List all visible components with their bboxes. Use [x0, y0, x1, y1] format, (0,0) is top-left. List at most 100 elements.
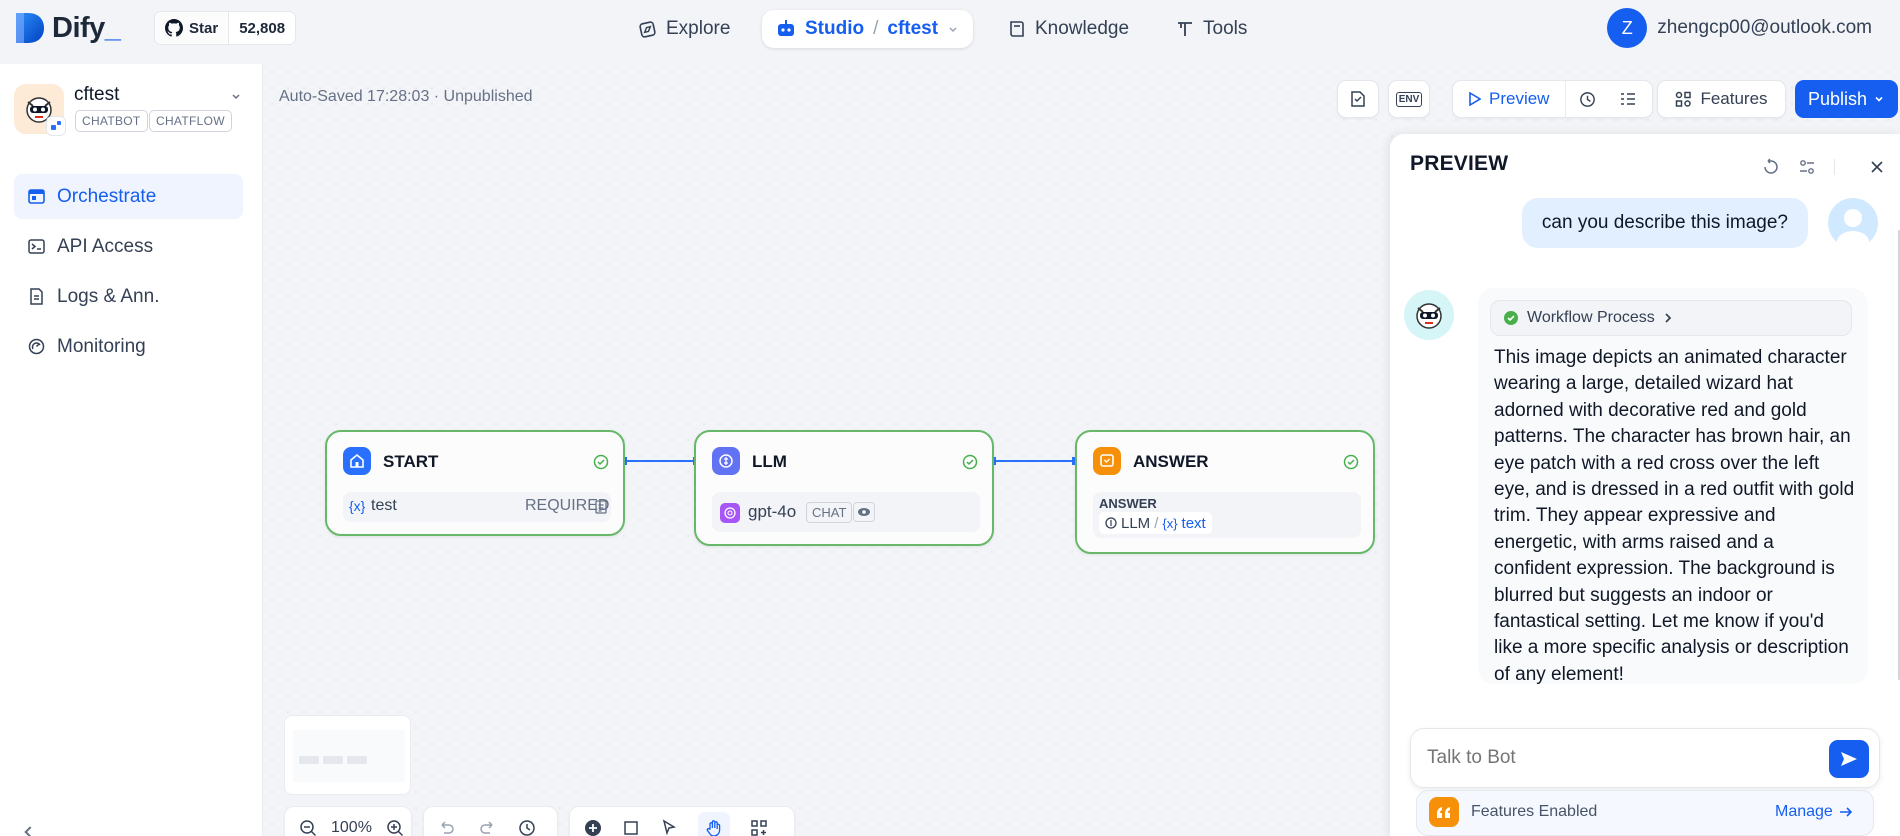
- close-icon[interactable]: [1870, 160, 1884, 174]
- user-message: can you describe this image?: [1521, 198, 1808, 248]
- zoom-level[interactable]: 100%: [331, 819, 372, 836]
- organize-blocks-icon[interactable]: [750, 819, 768, 836]
- zoom-out-icon[interactable]: [299, 819, 317, 836]
- sidebar-item-orchestrate[interactable]: Orchestrate: [14, 174, 243, 219]
- hand-tool-button[interactable]: [698, 812, 730, 836]
- node-title: LLM: [752, 452, 787, 471]
- checklist-list-button[interactable]: [1608, 90, 1648, 108]
- success-check-icon: [1343, 454, 1359, 470]
- chat-input[interactable]: [1427, 745, 1817, 771]
- add-note-icon[interactable]: [622, 819, 640, 836]
- checklist-icon: [1351, 91, 1365, 107]
- features-enabled-label: Features Enabled: [1471, 803, 1598, 820]
- chevron-right-icon: [1665, 313, 1671, 323]
- app-icon: [14, 84, 66, 136]
- bot-avatar: [1404, 290, 1454, 340]
- history-icon: [1580, 91, 1595, 107]
- undo-icon[interactable]: [438, 819, 456, 836]
- app-name: cftest: [74, 84, 120, 105]
- dify-logo[interactable]: Dify_: [14, 10, 121, 46]
- publish-button[interactable]: Publish: [1795, 80, 1898, 118]
- run-history-button[interactable]: [1566, 90, 1608, 109]
- chat-input-box[interactable]: [1410, 728, 1880, 788]
- app-sidebar: cftest CHATBOT CHATFLOW Orchestrate API …: [0, 64, 263, 836]
- bot-message: Workflow Process This image depicts an a…: [1478, 288, 1868, 685]
- nav-studio-label: Studio: [805, 18, 865, 39]
- current-app-switcher[interactable]: cftest: [887, 18, 938, 40]
- add-node-icon[interactable]: [584, 819, 602, 836]
- collapse-sidebar-icon[interactable]: [24, 826, 36, 836]
- edge-start-llm[interactable]: [624, 455, 697, 467]
- sidebar-item-logs[interactable]: Logs & Ann.: [14, 274, 243, 319]
- tag-chatbot: CHATBOT: [75, 110, 148, 132]
- app-menu-chevron-icon[interactable]: [230, 90, 242, 102]
- logs-icon: [30, 288, 43, 305]
- robot-face-icon: [1416, 303, 1442, 329]
- top-navbar: Dify_ Star 52,808 Explore Studio / cftes…: [0, 0, 1900, 56]
- list-check-icon: [1621, 93, 1636, 105]
- env-variables-button[interactable]: ENV: [1388, 80, 1430, 118]
- workflow-process-label: Workflow Process: [1527, 309, 1655, 326]
- chevron-down-icon: [1875, 96, 1883, 102]
- vision-icon: [853, 502, 875, 522]
- orchestrate-icon: [28, 189, 45, 204]
- variables-settings-icon[interactable]: [1798, 158, 1816, 176]
- model-mode-badge: CHAT: [806, 502, 853, 523]
- pointer-icon[interactable]: [660, 819, 678, 836]
- variable-name: test: [371, 497, 397, 514]
- answer-icon: [1093, 447, 1121, 475]
- answer-content: ANSWER LLM / {x} text: [1093, 492, 1361, 538]
- user-icon: [1837, 209, 1869, 248]
- sidebar-item-label: Orchestrate: [57, 185, 157, 207]
- nav-tools[interactable]: Tools: [1162, 10, 1261, 48]
- answer-variable-ref: LLM / {x} text: [1099, 512, 1212, 534]
- node-answer[interactable]: ANSWER ANSWER LLM / {x} text: [1075, 430, 1375, 554]
- nav-explore-label: Explore: [666, 18, 731, 39]
- redo-icon[interactable]: [478, 819, 496, 836]
- github-star-label: Star: [189, 19, 219, 37]
- tag-chatflow: CHATFLOW: [149, 110, 232, 132]
- nav-explore[interactable]: Explore: [624, 10, 744, 48]
- sidebar-item-label: Logs & Ann.: [57, 285, 160, 307]
- tools-icon: [1178, 22, 1192, 36]
- minimap[interactable]: [284, 715, 411, 795]
- success-check-icon: [1504, 311, 1518, 325]
- home-icon: [343, 447, 371, 475]
- sidebar-item-monitoring[interactable]: Monitoring: [14, 324, 243, 369]
- account-menu[interactable]: Z zhengcp00@outlook.com: [1607, 8, 1872, 48]
- brand-name: Dify_: [52, 11, 121, 44]
- edge-llm-answer[interactable]: [993, 455, 1076, 467]
- restart-icon[interactable]: [1762, 158, 1780, 176]
- nav-separator: /: [873, 18, 879, 39]
- hand-icon: [706, 820, 721, 836]
- nav-studio[interactable]: Studio / cftest: [762, 10, 974, 48]
- workflow-process-toggle[interactable]: Workflow Process: [1490, 300, 1852, 336]
- preview-button[interactable]: Preview: [1453, 81, 1567, 117]
- variable-icon: {x}: [1162, 515, 1178, 531]
- user-avatar: [1828, 198, 1878, 248]
- chevron-down-icon[interactable]: [947, 23, 959, 35]
- features-label: Features: [1700, 89, 1768, 108]
- start-variable-row: {x} test REQUIRED: [343, 492, 611, 522]
- variable-name: text: [1181, 514, 1206, 532]
- nav-knowledge[interactable]: Knowledge: [994, 10, 1143, 48]
- sidebar-item-api-access[interactable]: API Access: [14, 224, 243, 269]
- save-status: Auto-Saved 17:28:03 · Unpublished: [279, 88, 533, 105]
- manage-features-link[interactable]: Manage: [1775, 803, 1853, 821]
- terminal-icon: [28, 239, 45, 254]
- llm-icon: [712, 447, 740, 475]
- node-llm[interactable]: LLM gpt-4o CHAT: [694, 430, 994, 546]
- avatar[interactable]: Z: [1607, 8, 1648, 48]
- features-icon: [1676, 91, 1692, 107]
- features-enabled-bar: Features Enabled Manage: [1416, 790, 1874, 836]
- send-button[interactable]: [1829, 740, 1869, 778]
- checklist-button[interactable]: [1337, 80, 1379, 118]
- success-check-icon: [962, 454, 978, 470]
- version-history-icon[interactable]: [518, 819, 536, 836]
- github-star-button[interactable]: Star 52,808: [154, 11, 297, 45]
- features-button[interactable]: Features: [1657, 80, 1786, 118]
- node-start[interactable]: START {x} test REQUIRED: [325, 430, 625, 536]
- manage-label: Manage: [1775, 803, 1833, 820]
- minimap-node: [347, 756, 367, 764]
- zoom-in-icon[interactable]: [386, 819, 404, 836]
